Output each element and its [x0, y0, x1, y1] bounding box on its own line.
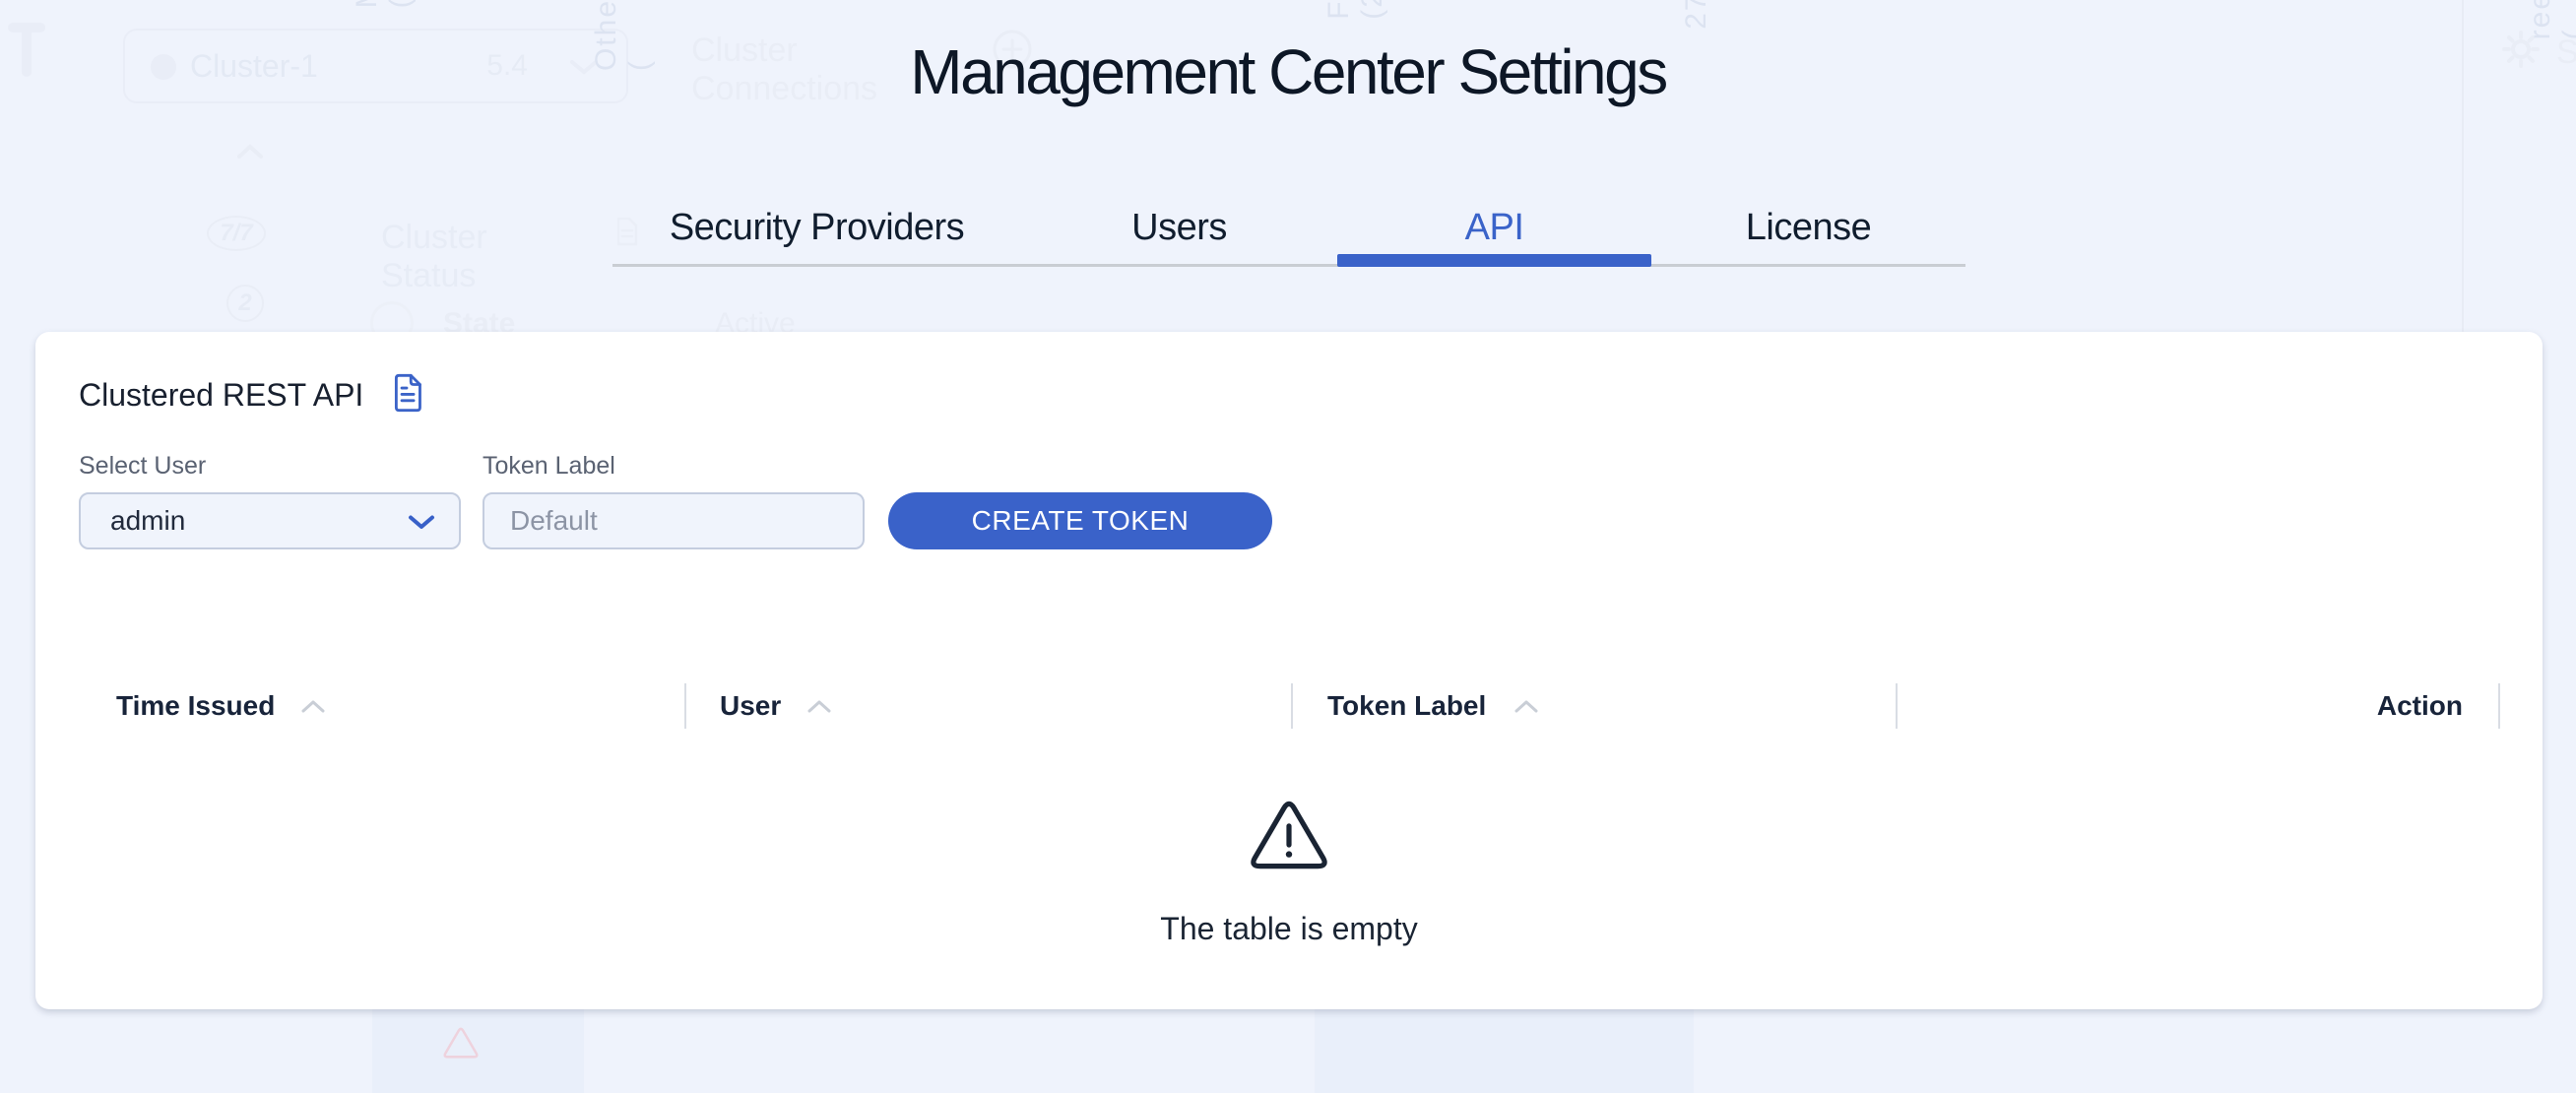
sort-ascending-icon[interactable] [1514, 699, 1538, 713]
background-members-badge: 7/7 [207, 216, 266, 251]
sort-ascending-icon[interactable] [807, 699, 831, 713]
background-cluster-status-title: Cluster Status [381, 219, 487, 295]
sort-ascending-icon[interactable] [301, 699, 325, 713]
tab-security-providers[interactable]: Security Providers [612, 193, 1021, 262]
warning-icon [1250, 801, 1328, 873]
column-divider [1896, 683, 1898, 729]
background-chart-label: Free (2 [1322, 0, 1389, 20]
token-label-label: Token Label [483, 452, 615, 481]
column-divider [1291, 683, 1293, 729]
tab-license[interactable]: License [1651, 193, 1965, 262]
column-divider [2498, 683, 2500, 729]
documentation-link-icon[interactable] [390, 373, 423, 413]
token-label-input[interactable] [483, 492, 865, 549]
api-settings-panel: Clustered REST API Select User Token Lab… [35, 332, 2543, 1009]
column-header-action: Action [2377, 683, 2463, 729]
background-chevron-up-icon [236, 144, 264, 160]
background-chart-label: Map ( [351, 0, 418, 8]
user-select[interactable]: admin [79, 492, 461, 549]
tab-api[interactable]: API [1337, 193, 1651, 262]
column-header-user[interactable]: User [720, 683, 781, 729]
active-tab-indicator [1337, 254, 1651, 267]
background-chart-band [1315, 1009, 1694, 1093]
empty-table-message: The table is empty [35, 911, 2543, 947]
tabs-underline [612, 264, 1965, 267]
settings-tabs: Security Providers Users API License [612, 193, 1965, 262]
select-user-label: Select User [79, 452, 206, 481]
background-warning-icon [443, 1024, 479, 1063]
background-chart-label: 27.0.0. [1680, 0, 1713, 30]
chevron-down-icon [408, 515, 435, 530]
create-token-button[interactable]: CREATE TOKEN [888, 492, 1272, 549]
column-header-token-label[interactable]: Token Label [1327, 683, 1486, 729]
section-title: Clustered REST API [79, 377, 363, 414]
background-clients-badge: 2 [226, 285, 264, 322]
page-title: Management Center Settings [0, 35, 2576, 108]
tab-users[interactable]: Users [1021, 193, 1337, 262]
user-select-value: admin [110, 494, 185, 547]
column-header-time-issued[interactable]: Time Issued [116, 683, 275, 729]
column-divider [684, 683, 686, 729]
background-chart-label: ree ( [2524, 0, 2576, 39]
